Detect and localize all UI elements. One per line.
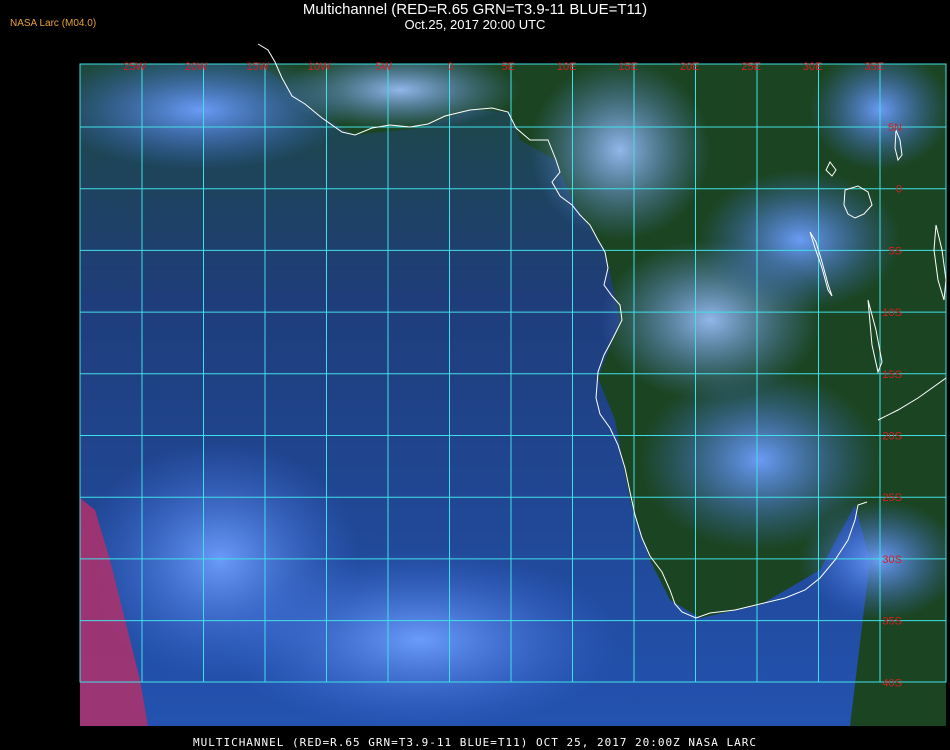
latitude-label: 20S [882, 431, 902, 443]
longitude-label: 30E [803, 61, 823, 73]
longitude-label: 25W [123, 61, 146, 73]
latitude-label: 0 [896, 184, 902, 196]
footer-caption: MULTICHANNEL (RED=R.65 GRN=T3.9-11 BLUE=… [192, 736, 758, 749]
latitude-label: 30S [882, 554, 902, 566]
cloud-mass [530, 64, 710, 240]
longitude-label: 20E [680, 61, 700, 73]
longitude-label: 35E [864, 61, 884, 73]
latitude-label: 5N [888, 122, 902, 134]
latitude-label: 5S [889, 245, 902, 257]
longitude-label: 15W [246, 61, 269, 73]
imagery-layer [80, 64, 946, 726]
longitude-label: 5W [376, 61, 393, 73]
longitude-label: 10E [557, 61, 577, 73]
longitude-label: 20W [185, 61, 208, 73]
latitude-label: 25S [882, 492, 902, 504]
longitude-label: 25E [741, 61, 761, 73]
latitude-label: 15S [882, 369, 902, 381]
latitude-label: 40S [882, 677, 902, 689]
longitude-label: 5E [502, 61, 515, 73]
cloud-mass [700, 170, 900, 310]
cloud-mass [220, 550, 620, 726]
latitude-label: 10S [882, 307, 902, 319]
satellite-map: 25W 20W 15W 10W 5W 0 5E 10E 15E 20E 25E 30E 35E 5N 0 5… [79, 43, 947, 726]
longitude-label: 0 [447, 61, 453, 73]
longitude-label: 15E [618, 61, 638, 73]
latitude-label: 35S [882, 616, 902, 628]
longitude-label: 10W [308, 61, 331, 73]
